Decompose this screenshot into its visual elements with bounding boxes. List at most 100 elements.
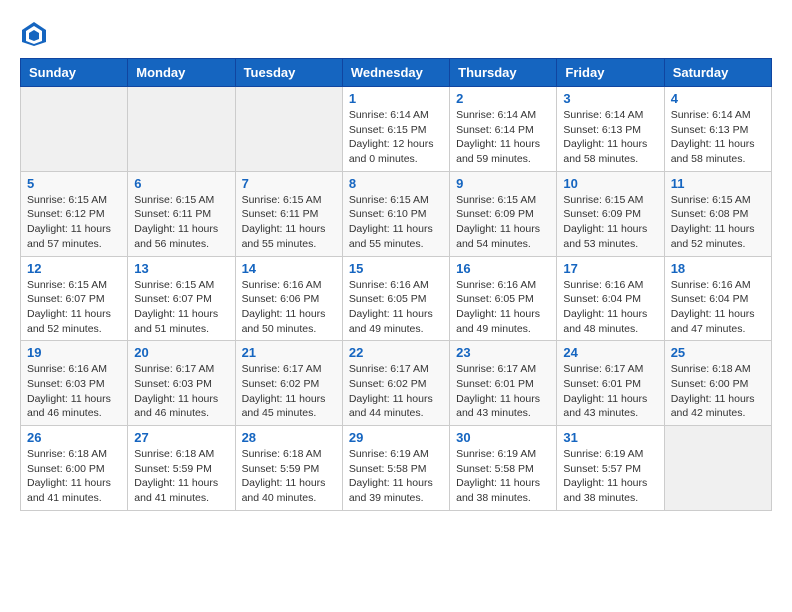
page-header bbox=[20, 20, 772, 48]
day-number: 19 bbox=[27, 345, 121, 360]
day-info: Sunrise: 6:19 AM Sunset: 5:58 PM Dayligh… bbox=[456, 447, 550, 506]
day-info: Sunrise: 6:16 AM Sunset: 6:03 PM Dayligh… bbox=[27, 362, 121, 421]
day-info: Sunrise: 6:16 AM Sunset: 6:04 PM Dayligh… bbox=[563, 278, 657, 337]
col-header-saturday: Saturday bbox=[664, 59, 771, 87]
day-info: Sunrise: 6:16 AM Sunset: 6:05 PM Dayligh… bbox=[456, 278, 550, 337]
calendar-cell: 26 Sunrise: 6:18 AM Sunset: 6:00 PM Dayli… bbox=[21, 426, 128, 511]
calendar-cell: 14Sunrise: 6:16 AM Sunset: 6:06 PM Dayli… bbox=[235, 256, 342, 341]
logo bbox=[20, 20, 52, 48]
day-number: 13 bbox=[134, 261, 228, 276]
day-number: 8 bbox=[349, 176, 443, 191]
day-info: Sunrise: 6:15 AM Sunset: 6:07 PM Dayligh… bbox=[27, 278, 121, 337]
day-info: Sunrise: 6:15 AM Sunset: 6:11 PM Dayligh… bbox=[134, 193, 228, 252]
day-number: 1 bbox=[349, 91, 443, 106]
calendar-cell: 24 Sunrise: 6:17 AM Sunset: 6:01 PM Dayli… bbox=[557, 341, 664, 426]
day-info: Sunrise: 6:14 AM Sunset: 6:15 PM Dayligh… bbox=[349, 108, 443, 167]
calendar-cell bbox=[235, 87, 342, 172]
calendar-cell: 17 Sunrise: 6:16 AM Sunset: 6:04 PM Dayli… bbox=[557, 256, 664, 341]
day-number: 11 bbox=[671, 176, 765, 191]
day-info: Sunrise: 6:18 AM Sunset: 5:59 PM Dayligh… bbox=[242, 447, 336, 506]
calendar-cell bbox=[128, 87, 235, 172]
day-number: 6 bbox=[134, 176, 228, 191]
col-header-thursday: Thursday bbox=[450, 59, 557, 87]
calendar-cell: 27 Sunrise: 6:18 AM Sunset: 5:59 PM Dayli… bbox=[128, 426, 235, 511]
col-header-monday: Monday bbox=[128, 59, 235, 87]
day-number: 17 bbox=[563, 261, 657, 276]
day-number: 24 bbox=[563, 345, 657, 360]
day-info: Sunrise: 6:17 AM Sunset: 6:02 PM Dayligh… bbox=[242, 362, 336, 421]
calendar-cell: 5 Sunrise: 6:15 AM Sunset: 6:12 PM Daylig… bbox=[21, 171, 128, 256]
calendar-cell: 1 Sunrise: 6:14 AM Sunset: 6:15 PM Daylig… bbox=[342, 87, 449, 172]
day-number: 16 bbox=[456, 261, 550, 276]
calendar-cell: 10 Sunrise: 6:15 AM Sunset: 6:09 PM Dayli… bbox=[557, 171, 664, 256]
day-info: Sunrise: 6:15 AM Sunset: 6:09 PM Dayligh… bbox=[563, 193, 657, 252]
day-info: Sunrise: 6:15 AM Sunset: 6:11 PM Dayligh… bbox=[242, 193, 336, 252]
day-number: 21 bbox=[242, 345, 336, 360]
day-number: 31 bbox=[563, 430, 657, 445]
day-number: 22 bbox=[349, 345, 443, 360]
col-header-friday: Friday bbox=[557, 59, 664, 87]
calendar-cell: 21 Sunrise: 6:17 AM Sunset: 6:02 PM Dayli… bbox=[235, 341, 342, 426]
day-info: Sunrise: 6:18 AM Sunset: 6:00 PM Dayligh… bbox=[27, 447, 121, 506]
calendar-week-row: 19 Sunrise: 6:16 AM Sunset: 6:03 PM Dayli… bbox=[21, 341, 772, 426]
calendar-cell bbox=[21, 87, 128, 172]
day-number: 5 bbox=[27, 176, 121, 191]
day-number: 29 bbox=[349, 430, 443, 445]
calendar-cell: 2Sunrise: 6:14 AM Sunset: 6:14 PM Daylig… bbox=[450, 87, 557, 172]
col-header-tuesday: Tuesday bbox=[235, 59, 342, 87]
calendar-week-row: 5 Sunrise: 6:15 AM Sunset: 6:12 PM Daylig… bbox=[21, 171, 772, 256]
day-number: 28 bbox=[242, 430, 336, 445]
calendar-cell: 20Sunrise: 6:17 AM Sunset: 6:03 PM Dayli… bbox=[128, 341, 235, 426]
calendar-cell: 31 Sunrise: 6:19 AM Sunset: 5:57 PM Dayli… bbox=[557, 426, 664, 511]
calendar-week-row: 26 Sunrise: 6:18 AM Sunset: 6:00 PM Dayli… bbox=[21, 426, 772, 511]
day-number: 15 bbox=[349, 261, 443, 276]
day-number: 10 bbox=[563, 176, 657, 191]
day-info: Sunrise: 6:15 AM Sunset: 6:12 PM Dayligh… bbox=[27, 193, 121, 252]
day-info: Sunrise: 6:17 AM Sunset: 6:01 PM Dayligh… bbox=[563, 362, 657, 421]
day-number: 7 bbox=[242, 176, 336, 191]
day-info: Sunrise: 6:15 AM Sunset: 6:07 PM Dayligh… bbox=[134, 278, 228, 337]
calendar-cell: 16 Sunrise: 6:16 AM Sunset: 6:05 PM Dayli… bbox=[450, 256, 557, 341]
calendar-cell: 11Sunrise: 6:15 AM Sunset: 6:08 PM Dayli… bbox=[664, 171, 771, 256]
day-number: 25 bbox=[671, 345, 765, 360]
calendar-cell: 28 Sunrise: 6:18 AM Sunset: 5:59 PM Dayli… bbox=[235, 426, 342, 511]
day-number: 30 bbox=[456, 430, 550, 445]
calendar-cell: 25Sunrise: 6:18 AM Sunset: 6:00 PM Dayli… bbox=[664, 341, 771, 426]
day-number: 20 bbox=[134, 345, 228, 360]
calendar-cell: 29Sunrise: 6:19 AM Sunset: 5:58 PM Dayli… bbox=[342, 426, 449, 511]
day-info: Sunrise: 6:16 AM Sunset: 6:04 PM Dayligh… bbox=[671, 278, 765, 337]
day-number: 2 bbox=[456, 91, 550, 106]
day-info: Sunrise: 6:17 AM Sunset: 6:02 PM Dayligh… bbox=[349, 362, 443, 421]
calendar-cell: 12 Sunrise: 6:15 AM Sunset: 6:07 PM Dayli… bbox=[21, 256, 128, 341]
calendar-cell: 23Sunrise: 6:17 AM Sunset: 6:01 PM Dayli… bbox=[450, 341, 557, 426]
calendar-cell: 4 Sunrise: 6:14 AM Sunset: 6:13 PM Daylig… bbox=[664, 87, 771, 172]
logo-icon bbox=[20, 20, 48, 48]
calendar-cell: 19 Sunrise: 6:16 AM Sunset: 6:03 PM Dayli… bbox=[21, 341, 128, 426]
calendar-cell: 22 Sunrise: 6:17 AM Sunset: 6:02 PM Dayli… bbox=[342, 341, 449, 426]
day-info: Sunrise: 6:14 AM Sunset: 6:13 PM Dayligh… bbox=[671, 108, 765, 167]
calendar-cell bbox=[664, 426, 771, 511]
col-header-sunday: Sunday bbox=[21, 59, 128, 87]
calendar-table: SundayMondayTuesdayWednesdayThursdayFrid… bbox=[20, 58, 772, 511]
day-info: Sunrise: 6:14 AM Sunset: 6:13 PM Dayligh… bbox=[563, 108, 657, 167]
day-number: 18 bbox=[671, 261, 765, 276]
day-number: 12 bbox=[27, 261, 121, 276]
calendar-cell: 7 Sunrise: 6:15 AM Sunset: 6:11 PM Daylig… bbox=[235, 171, 342, 256]
calendar-cell: 6 Sunrise: 6:15 AM Sunset: 6:11 PM Daylig… bbox=[128, 171, 235, 256]
day-info: Sunrise: 6:19 AM Sunset: 5:57 PM Dayligh… bbox=[563, 447, 657, 506]
day-number: 3 bbox=[563, 91, 657, 106]
day-number: 23 bbox=[456, 345, 550, 360]
day-info: Sunrise: 6:18 AM Sunset: 5:59 PM Dayligh… bbox=[134, 447, 228, 506]
day-info: Sunrise: 6:16 AM Sunset: 6:06 PM Dayligh… bbox=[242, 278, 336, 337]
calendar-cell: 8Sunrise: 6:15 AM Sunset: 6:10 PM Daylig… bbox=[342, 171, 449, 256]
calendar-cell: 13 Sunrise: 6:15 AM Sunset: 6:07 PM Dayli… bbox=[128, 256, 235, 341]
day-number: 4 bbox=[671, 91, 765, 106]
calendar-cell: 15Sunrise: 6:16 AM Sunset: 6:05 PM Dayli… bbox=[342, 256, 449, 341]
day-number: 27 bbox=[134, 430, 228, 445]
calendar-cell: 18 Sunrise: 6:16 AM Sunset: 6:04 PM Dayli… bbox=[664, 256, 771, 341]
calendar-week-row: 12 Sunrise: 6:15 AM Sunset: 6:07 PM Dayli… bbox=[21, 256, 772, 341]
calendar-header-row: SundayMondayTuesdayWednesdayThursdayFrid… bbox=[21, 59, 772, 87]
day-number: 9 bbox=[456, 176, 550, 191]
day-number: 26 bbox=[27, 430, 121, 445]
day-info: Sunrise: 6:15 AM Sunset: 6:09 PM Dayligh… bbox=[456, 193, 550, 252]
